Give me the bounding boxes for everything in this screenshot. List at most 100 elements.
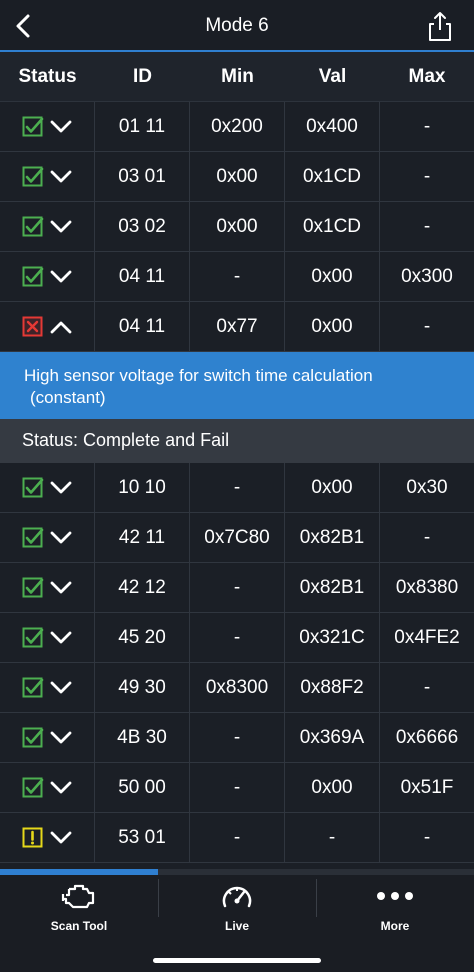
table-row[interactable]: 03 02 0x00 0x1CD - — [0, 202, 474, 252]
pass-check-icon — [22, 166, 44, 186]
table-row[interactable]: 42 12-0x82B1 0x8380 — [0, 563, 474, 613]
chevron-down-icon[interactable] — [50, 270, 72, 284]
chevron-down-icon[interactable] — [50, 220, 72, 234]
id-cell: 49 30 — [95, 663, 190, 712]
column-header-id: ID — [133, 65, 152, 87]
min-cell: - — [190, 252, 285, 301]
table-row[interactable]: 03 01 0x00 0x1CD - — [0, 152, 474, 202]
test-status-text: Status: Complete and Fail — [0, 419, 474, 463]
tab-divider — [316, 879, 317, 917]
min-cell: 0x8300 — [190, 663, 285, 712]
table-row[interactable]: 45 20-0x321C 0x4FE2 — [0, 613, 474, 663]
table-row[interactable]: 01 11 0x200 0x400 - — [0, 102, 474, 152]
max-cell: - — [423, 315, 431, 337]
min-cell: 0x7C80 — [190, 513, 285, 562]
max-cell: - — [423, 676, 431, 698]
max-cell: - — [423, 826, 431, 848]
share-icon[interactable] — [426, 10, 454, 42]
max-cell: - — [423, 215, 431, 237]
id-cell: 04 11 — [95, 302, 190, 351]
chevron-down-icon[interactable] — [50, 481, 72, 495]
test-description-line-2: (constant) — [30, 388, 106, 407]
chevron-down-icon[interactable] — [50, 631, 72, 645]
chevron-down-icon[interactable] — [50, 681, 72, 695]
status-cell[interactable] — [0, 813, 95, 862]
tab-scan-tool[interactable]: Scan Tool — [0, 875, 158, 972]
tab-more[interactable]: More — [316, 875, 474, 972]
table-row[interactable]: 49 30 0x8300 0x88F2 - — [0, 663, 474, 713]
tab-label-live: Live — [224, 919, 249, 933]
min-cell: - — [190, 563, 285, 612]
max-cell: 0x300 — [401, 265, 453, 287]
pass-check-icon — [22, 216, 44, 236]
chevron-down-icon[interactable] — [50, 170, 72, 184]
nav-bar: Mode 6 — [0, 0, 474, 52]
val-cell: 0x82B1 — [285, 563, 380, 612]
pass-check-icon — [22, 527, 44, 547]
status-cell[interactable] — [0, 663, 95, 712]
pass-check-icon — [22, 677, 44, 697]
table-row[interactable]: 04 11-0x00 0x300 — [0, 252, 474, 302]
table-row[interactable]: 42 11 0x7C80 0x82B1 - — [0, 513, 474, 563]
status-cell[interactable] — [0, 463, 95, 512]
column-header-status: Status — [18, 65, 77, 87]
test-description: High sensor voltage for switch time calc… — [0, 352, 474, 419]
page-title: Mode 6 — [205, 15, 269, 36]
val-cell: - — [285, 813, 380, 862]
id-cell: 50 00 — [95, 763, 190, 812]
status-cell[interactable] — [0, 202, 95, 251]
pass-check-icon — [22, 116, 44, 136]
status-cell[interactable] — [0, 152, 95, 201]
table-row[interactable]: 50 00-0x00 0x51F — [0, 763, 474, 813]
id-cell: 53 01 — [95, 813, 190, 862]
val-cell: 0x00 — [285, 463, 380, 512]
test-results-table: 01 11 0x200 0x400-03 01 0x00 0x1CD -03 02 0x00… — [0, 102, 474, 863]
val-cell: 0x00 — [285, 302, 380, 351]
id-cell: 42 12 — [95, 563, 190, 612]
id-cell: 4B 30 — [95, 713, 190, 762]
pass-check-icon — [22, 727, 44, 747]
val-cell: 0x88F2 — [285, 663, 380, 712]
tab-label-scan-tool: Scan Tool — [50, 919, 108, 933]
max-cell: 0x8380 — [395, 576, 459, 598]
val-cell: 0x369A — [285, 713, 380, 762]
chevron-down-icon[interactable] — [50, 731, 72, 745]
gauge-icon — [222, 886, 252, 908]
pass-check-icon — [22, 266, 44, 286]
table-row[interactable]: 4B 30-0x369A 0x6666 — [0, 713, 474, 763]
status-cell[interactable] — [0, 302, 95, 351]
min-cell: - — [190, 713, 285, 762]
table-row[interactable]: 04 11 0x77 0x00 - — [0, 302, 474, 352]
status-cell[interactable] — [0, 102, 95, 151]
status-cell[interactable] — [0, 563, 95, 612]
status-cell[interactable] — [0, 613, 95, 662]
max-cell: 0x4FE2 — [394, 626, 460, 648]
status-cell[interactable] — [0, 763, 95, 812]
chevron-down-icon[interactable] — [50, 831, 72, 845]
pass-check-icon — [22, 627, 44, 647]
chevron-down-icon[interactable] — [50, 120, 72, 134]
chevron-down-icon[interactable] — [50, 781, 72, 795]
min-cell: 0x200 — [190, 102, 285, 151]
min-cell: - — [190, 813, 285, 862]
chevron-down-icon[interactable] — [50, 581, 72, 595]
val-cell: 0x321C — [285, 613, 380, 662]
chevron-up-icon[interactable] — [50, 320, 72, 334]
id-cell: 03 02 — [95, 202, 190, 251]
max-cell: - — [423, 526, 431, 548]
more-dots-icon — [377, 892, 413, 900]
status-cell[interactable] — [0, 252, 95, 301]
column-header-max: Max — [408, 65, 446, 87]
chevron-down-icon[interactable] — [50, 531, 72, 545]
max-cell: 0x30 — [406, 476, 448, 498]
home-indicator — [153, 958, 321, 963]
table-row[interactable]: 53 01- - - — [0, 813, 474, 863]
id-cell: 04 11 — [95, 252, 190, 301]
min-cell: 0x00 — [190, 152, 285, 201]
status-cell[interactable] — [0, 513, 95, 562]
pass-check-icon — [22, 577, 44, 597]
min-cell: - — [190, 763, 285, 812]
status-cell[interactable] — [0, 713, 95, 762]
min-cell: - — [190, 463, 285, 512]
table-row[interactable]: 10 10-0x00 0x30 — [0, 463, 474, 513]
